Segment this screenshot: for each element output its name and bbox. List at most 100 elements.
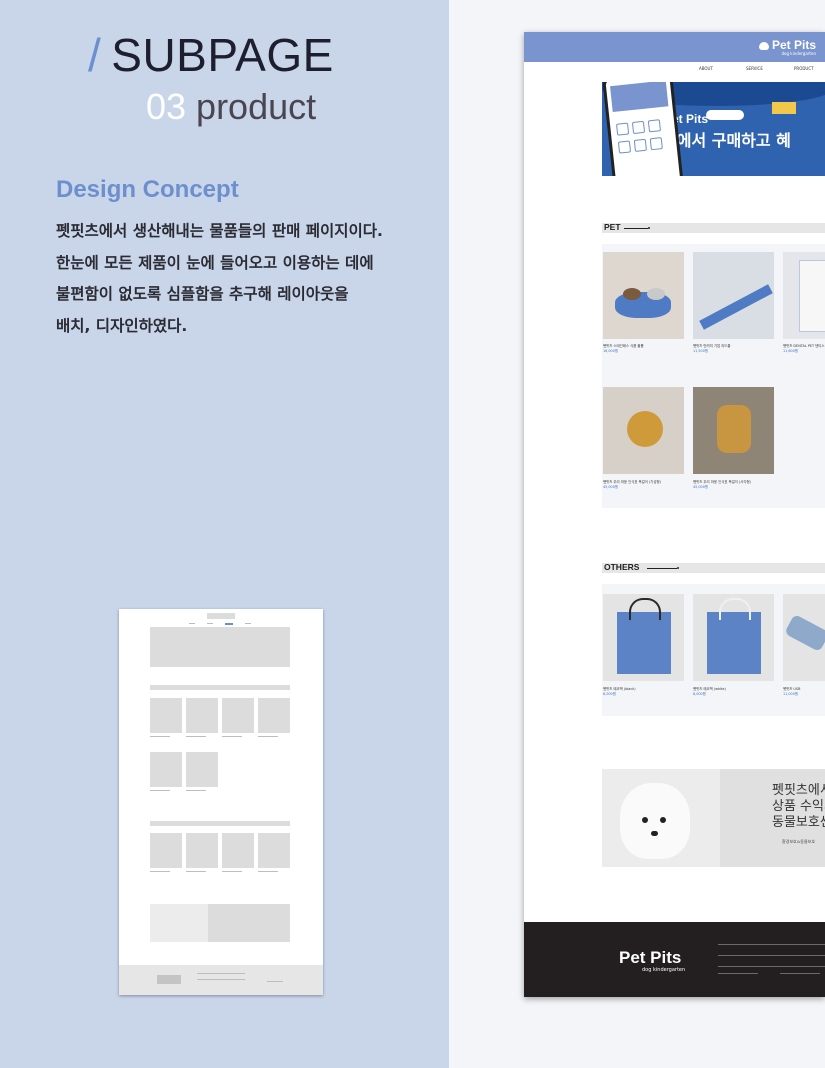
wire-card bbox=[222, 833, 254, 868]
page-name: product bbox=[196, 86, 317, 127]
app-icon bbox=[615, 122, 630, 136]
concept-text: 펫핏츠에서 생산해내는 물품들의 판매 페이지이다. 한눈에 모든 제품이 눈에… bbox=[56, 216, 436, 342]
site-logo-text: Pet Pits bbox=[771, 38, 816, 52]
wire-nav bbox=[189, 623, 195, 624]
tag-image bbox=[717, 405, 751, 453]
wire-line bbox=[258, 736, 278, 737]
wire-card bbox=[186, 833, 218, 868]
wire-line bbox=[267, 981, 283, 982]
product-price: 11,000원 bbox=[783, 692, 798, 696]
product-price: 45,000원 bbox=[693, 485, 708, 489]
badge-icon bbox=[772, 102, 796, 114]
product-price: 11,600원 bbox=[783, 349, 798, 353]
title-slash: / bbox=[88, 29, 102, 81]
concept-line: 펫핏츠에서 생산해내는 물품들의 판매 페이지이다. bbox=[56, 222, 383, 240]
product-card[interactable] bbox=[783, 594, 825, 681]
product-card[interactable] bbox=[603, 594, 684, 681]
dog-photo bbox=[602, 769, 720, 867]
product-card[interactable] bbox=[693, 387, 774, 474]
footer-logo-tag: dog kindergarten bbox=[642, 967, 686, 973]
product-price: 16,000원 bbox=[603, 349, 618, 353]
site-logo[interactable]: Pet Pits bbox=[758, 38, 816, 52]
wire-line bbox=[222, 871, 242, 872]
section-label-pet: PET bbox=[604, 222, 621, 232]
wire-nav bbox=[245, 623, 251, 624]
section-dot bbox=[677, 567, 679, 569]
phone-screen bbox=[610, 82, 669, 113]
app-icon bbox=[649, 137, 663, 151]
nav-service[interactable]: SERVICE bbox=[746, 66, 763, 71]
product-card[interactable] bbox=[693, 252, 774, 339]
concept-line: 불편함이 없도록 심플함을 추구해 레이아웃을 bbox=[56, 285, 349, 303]
product-price: 11,500원 bbox=[693, 349, 708, 353]
wire-card bbox=[186, 752, 218, 787]
food-image bbox=[623, 288, 641, 300]
dental-box-image bbox=[799, 260, 825, 332]
wire-line bbox=[197, 973, 245, 974]
wire-promo-img bbox=[150, 904, 208, 942]
wire-line bbox=[186, 871, 206, 872]
wire-line bbox=[186, 736, 206, 737]
nav-about[interactable]: ABOUT bbox=[699, 66, 713, 71]
app-icon bbox=[617, 140, 632, 154]
product-card[interactable] bbox=[693, 594, 774, 681]
page-number: 03 bbox=[146, 86, 187, 127]
wire-card bbox=[150, 698, 182, 733]
wire-line bbox=[186, 790, 206, 791]
promo-banner[interactable]: 펫핏츠에서 상품 수익의 동물보호센 환경보호&동물보호 bbox=[602, 769, 825, 867]
section-line bbox=[647, 568, 677, 569]
footer-info-line bbox=[718, 955, 825, 956]
product-card[interactable] bbox=[603, 387, 684, 474]
usb-image bbox=[784, 613, 825, 653]
wire-section-bar bbox=[150, 685, 290, 690]
app-banner[interactable]: Pet Pits 앱에서 구매하고 혜 bbox=[602, 82, 825, 176]
footer-copyright-line bbox=[718, 973, 758, 974]
banner-headline: 앱에서 구매하고 혜 bbox=[662, 131, 791, 150]
product-price: 8,000원 bbox=[603, 692, 616, 696]
app-icon bbox=[647, 119, 662, 133]
wire-section-bar bbox=[150, 821, 290, 826]
promo-line: 동물보호센 bbox=[772, 815, 825, 830]
dog-image bbox=[620, 783, 690, 859]
bone-icon bbox=[706, 110, 744, 120]
concept-line: 한눈에 모든 제품이 눈에 들어오고 이용하는 데에 bbox=[56, 253, 374, 272]
wire-footer bbox=[119, 965, 323, 995]
wire-line bbox=[150, 736, 170, 737]
page-subtitle: 03 product bbox=[146, 86, 316, 128]
footer-info-line bbox=[718, 944, 825, 945]
wire-logo bbox=[207, 613, 235, 619]
promo-small-text: 환경보호&동물보호 bbox=[782, 839, 816, 844]
paw-icon bbox=[758, 41, 769, 50]
page-title: / SUBPAGE bbox=[88, 28, 334, 82]
section-dot bbox=[648, 227, 650, 229]
footer-logo[interactable]: Pet Pits bbox=[619, 948, 681, 968]
wire-card bbox=[150, 833, 182, 868]
wire-line bbox=[222, 736, 242, 737]
wire-line bbox=[150, 790, 170, 791]
wire-nav-active bbox=[225, 623, 233, 625]
concept-heading: Design Concept bbox=[56, 176, 239, 203]
product-card[interactable] bbox=[603, 252, 684, 339]
wire-line bbox=[197, 979, 245, 980]
nav-product[interactable]: PRODUCT bbox=[794, 66, 814, 71]
water-image bbox=[647, 288, 665, 300]
wire-card bbox=[150, 752, 182, 787]
wire-footer-logo bbox=[157, 975, 181, 984]
wire-promo-text bbox=[208, 904, 290, 942]
title-text: SUBPAGE bbox=[111, 29, 334, 81]
wire-card bbox=[186, 698, 218, 733]
product-card[interactable] bbox=[783, 252, 825, 339]
leash-image bbox=[699, 284, 773, 330]
app-icon bbox=[631, 120, 646, 135]
tag-image bbox=[627, 411, 663, 447]
wire-card bbox=[258, 698, 290, 733]
site-mockup: Pet Pits dog kindergarten ABOUT SERVICE … bbox=[524, 32, 825, 997]
ecobag-image bbox=[707, 612, 761, 674]
left-panel: / SUBPAGE 03 product Design Concept 펫핏츠에서 … bbox=[0, 0, 449, 1068]
wire-card bbox=[222, 698, 254, 733]
product-price: 8,000원 bbox=[693, 692, 706, 696]
section-label-others: OTHERS bbox=[604, 562, 640, 572]
bag-handle bbox=[629, 598, 661, 620]
wire-card bbox=[258, 833, 290, 868]
wire-nav bbox=[207, 623, 213, 624]
